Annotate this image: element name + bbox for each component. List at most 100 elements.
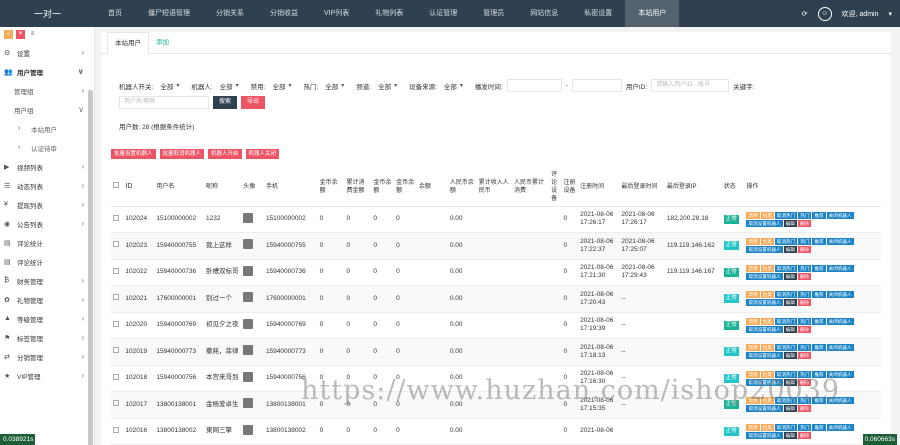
sidebar-item[interactable]: ▤ 评论统计 xyxy=(0,233,94,252)
op-button[interactable]: 禁用 xyxy=(746,211,760,219)
op-button[interactable]: 拉黑 xyxy=(760,238,774,246)
checkbox-icon[interactable] xyxy=(113,320,119,327)
op-button[interactable]: 取消热门 xyxy=(774,423,798,431)
batch-action-button[interactable]: 机器人开启 xyxy=(208,149,242,159)
op-button[interactable]: 关闭机器人 xyxy=(826,211,854,219)
op-button[interactable]: 删除 xyxy=(797,405,812,413)
checkbox-icon[interactable] xyxy=(113,373,119,380)
op-button[interactable]: 热门 xyxy=(798,344,812,352)
op-button[interactable]: 取消设置机器人 xyxy=(746,219,783,227)
nav-item[interactable]: 管理员 xyxy=(470,0,517,27)
op-button[interactable]: 推荐 xyxy=(812,317,826,325)
op-button[interactable]: 拉黑 xyxy=(760,317,774,325)
op-button[interactable]: 删除 xyxy=(797,431,812,439)
end-date-input[interactable] xyxy=(571,79,622,92)
row-select[interactable] xyxy=(111,391,124,419)
op-button[interactable]: 推荐 xyxy=(812,291,826,299)
op-button[interactable]: 推荐 xyxy=(812,344,826,352)
filter-select[interactable]: 全部 xyxy=(217,79,247,92)
filter-select[interactable]: 全部 xyxy=(375,79,405,92)
sidebar-item[interactable]: ₿ 财务管理 › xyxy=(0,271,94,290)
sidebar-item[interactable]: › 认证待审 xyxy=(0,138,94,157)
op-button[interactable]: 推荐 xyxy=(812,264,826,272)
op-button[interactable]: 热门 xyxy=(798,238,812,246)
row-select[interactable] xyxy=(111,312,124,339)
sidebar-item[interactable]: ⇄ 分销管理 › xyxy=(0,347,94,366)
op-button[interactable]: 拉黑 xyxy=(760,264,774,272)
op-button[interactable]: 推荐 xyxy=(812,211,826,219)
batch-action-button[interactable]: 批量取消机器人 xyxy=(159,149,205,159)
nav-item[interactable]: VIP列表 xyxy=(311,0,362,27)
op-button[interactable]: 拉黑 xyxy=(760,291,774,299)
checkbox-icon[interactable] xyxy=(113,294,119,301)
checkbox-icon[interactable] xyxy=(113,426,119,433)
sidebar-item[interactable]: ★ VIP管理 › xyxy=(0,366,94,385)
uid-input[interactable]: 请输入用户ID、账号 xyxy=(651,79,730,92)
op-button[interactable]: 取消设置机器人 xyxy=(746,325,783,333)
sidebar-item[interactable]: ◉ 公告列表 › xyxy=(0,214,94,233)
search-button[interactable]: 搜索 xyxy=(213,96,238,109)
nav-item[interactable]: 首页 xyxy=(95,0,135,27)
op-button[interactable]: 关闭机器人 xyxy=(826,238,854,246)
op-button[interactable]: 编辑 xyxy=(783,299,797,307)
op-button[interactable]: 取消设置机器人 xyxy=(746,431,783,439)
op-button[interactable]: 关闭机器人 xyxy=(826,291,854,299)
op-button[interactable]: 关闭机器人 xyxy=(826,264,854,272)
checkbox-icon[interactable] xyxy=(113,214,119,221)
sidebar-item[interactable]: ▤ 评论统计 xyxy=(0,252,94,271)
op-button[interactable]: 禁用 xyxy=(746,264,760,272)
sidebar-scrollbar[interactable] xyxy=(88,90,93,445)
op-button[interactable]: 禁用 xyxy=(746,423,760,431)
op-button[interactable]: 拉黑 xyxy=(760,423,774,431)
tab-user-list[interactable]: 本站用户 xyxy=(107,32,149,55)
op-button[interactable]: 编辑 xyxy=(783,325,797,333)
op-button[interactable]: 热门 xyxy=(798,264,812,272)
op-button[interactable]: 取消热门 xyxy=(774,264,798,272)
op-button[interactable]: 关闭机器人 xyxy=(826,423,854,431)
op-button[interactable]: 删除 xyxy=(797,246,812,254)
op-button[interactable]: 编辑 xyxy=(783,246,797,254)
sidebar-item[interactable]: ⚑ 标签管理 › xyxy=(0,328,94,347)
filter-select[interactable]: 全部 xyxy=(441,79,471,92)
nav-item[interactable]: 本站用户 xyxy=(625,0,680,27)
sidebar-item[interactable]: ▲ 等级管理 › xyxy=(0,309,94,328)
sidebar-item[interactable]: 👥 用户管理 ∨ xyxy=(0,62,94,81)
op-button[interactable]: 删除 xyxy=(797,219,812,227)
nav-item[interactable]: 私密设置 xyxy=(571,0,625,27)
sidebar-item[interactable]: ¥ 提现列表 › xyxy=(0,195,94,214)
menu-icon[interactable]: ≡ xyxy=(28,30,37,39)
nav-item[interactable]: 僵尸短语管理 xyxy=(135,0,203,27)
op-button[interactable]: 推荐 xyxy=(812,238,826,246)
op-button[interactable]: 禁用 xyxy=(746,238,760,246)
tab-add[interactable]: 添加 xyxy=(149,32,176,53)
op-button[interactable]: 禁用 xyxy=(746,291,760,299)
op-button[interactable]: 热门 xyxy=(798,317,812,325)
row-select[interactable] xyxy=(111,259,124,286)
checkbox-icon[interactable] xyxy=(113,267,119,274)
op-button[interactable]: 拉黑 xyxy=(760,211,774,219)
home-icon[interactable]: ⌂ xyxy=(4,30,13,39)
op-button[interactable]: 删除 xyxy=(797,325,812,333)
op-button[interactable]: 取消热门 xyxy=(774,317,798,325)
nav-item[interactable]: 网站信息 xyxy=(517,0,571,27)
op-button[interactable]: 取消设置机器人 xyxy=(746,299,783,307)
batch-action-button[interactable]: 机器人关闭 xyxy=(245,149,280,159)
sidebar-item[interactable]: ☰ 动态列表 › xyxy=(0,176,94,195)
keyword-input[interactable]: 用户名/昵称 xyxy=(119,96,209,109)
op-button[interactable]: 热门 xyxy=(798,211,812,219)
op-button[interactable]: 删除 xyxy=(797,352,812,360)
sidebar-item[interactable]: › 本站用户 xyxy=(0,119,94,138)
op-button[interactable]: 禁用 xyxy=(746,317,760,325)
op-button[interactable]: 编辑 xyxy=(783,352,797,360)
filter-select[interactable]: 全部 xyxy=(269,79,299,92)
op-button[interactable]: 推荐 xyxy=(812,423,826,431)
op-button[interactable]: 删除 xyxy=(797,299,812,307)
op-button[interactable]: 编辑 xyxy=(783,272,797,280)
op-button[interactable]: 取消热门 xyxy=(774,211,798,219)
nav-item[interactable]: 分销关系 xyxy=(203,0,257,27)
op-button[interactable]: 编辑 xyxy=(783,431,797,439)
op-button[interactable]: 取消热门 xyxy=(774,344,798,352)
filter-select[interactable]: 全部 xyxy=(157,79,187,92)
op-button[interactable]: 取消热门 xyxy=(774,291,798,299)
op-button[interactable]: 关闭机器人 xyxy=(826,317,854,325)
